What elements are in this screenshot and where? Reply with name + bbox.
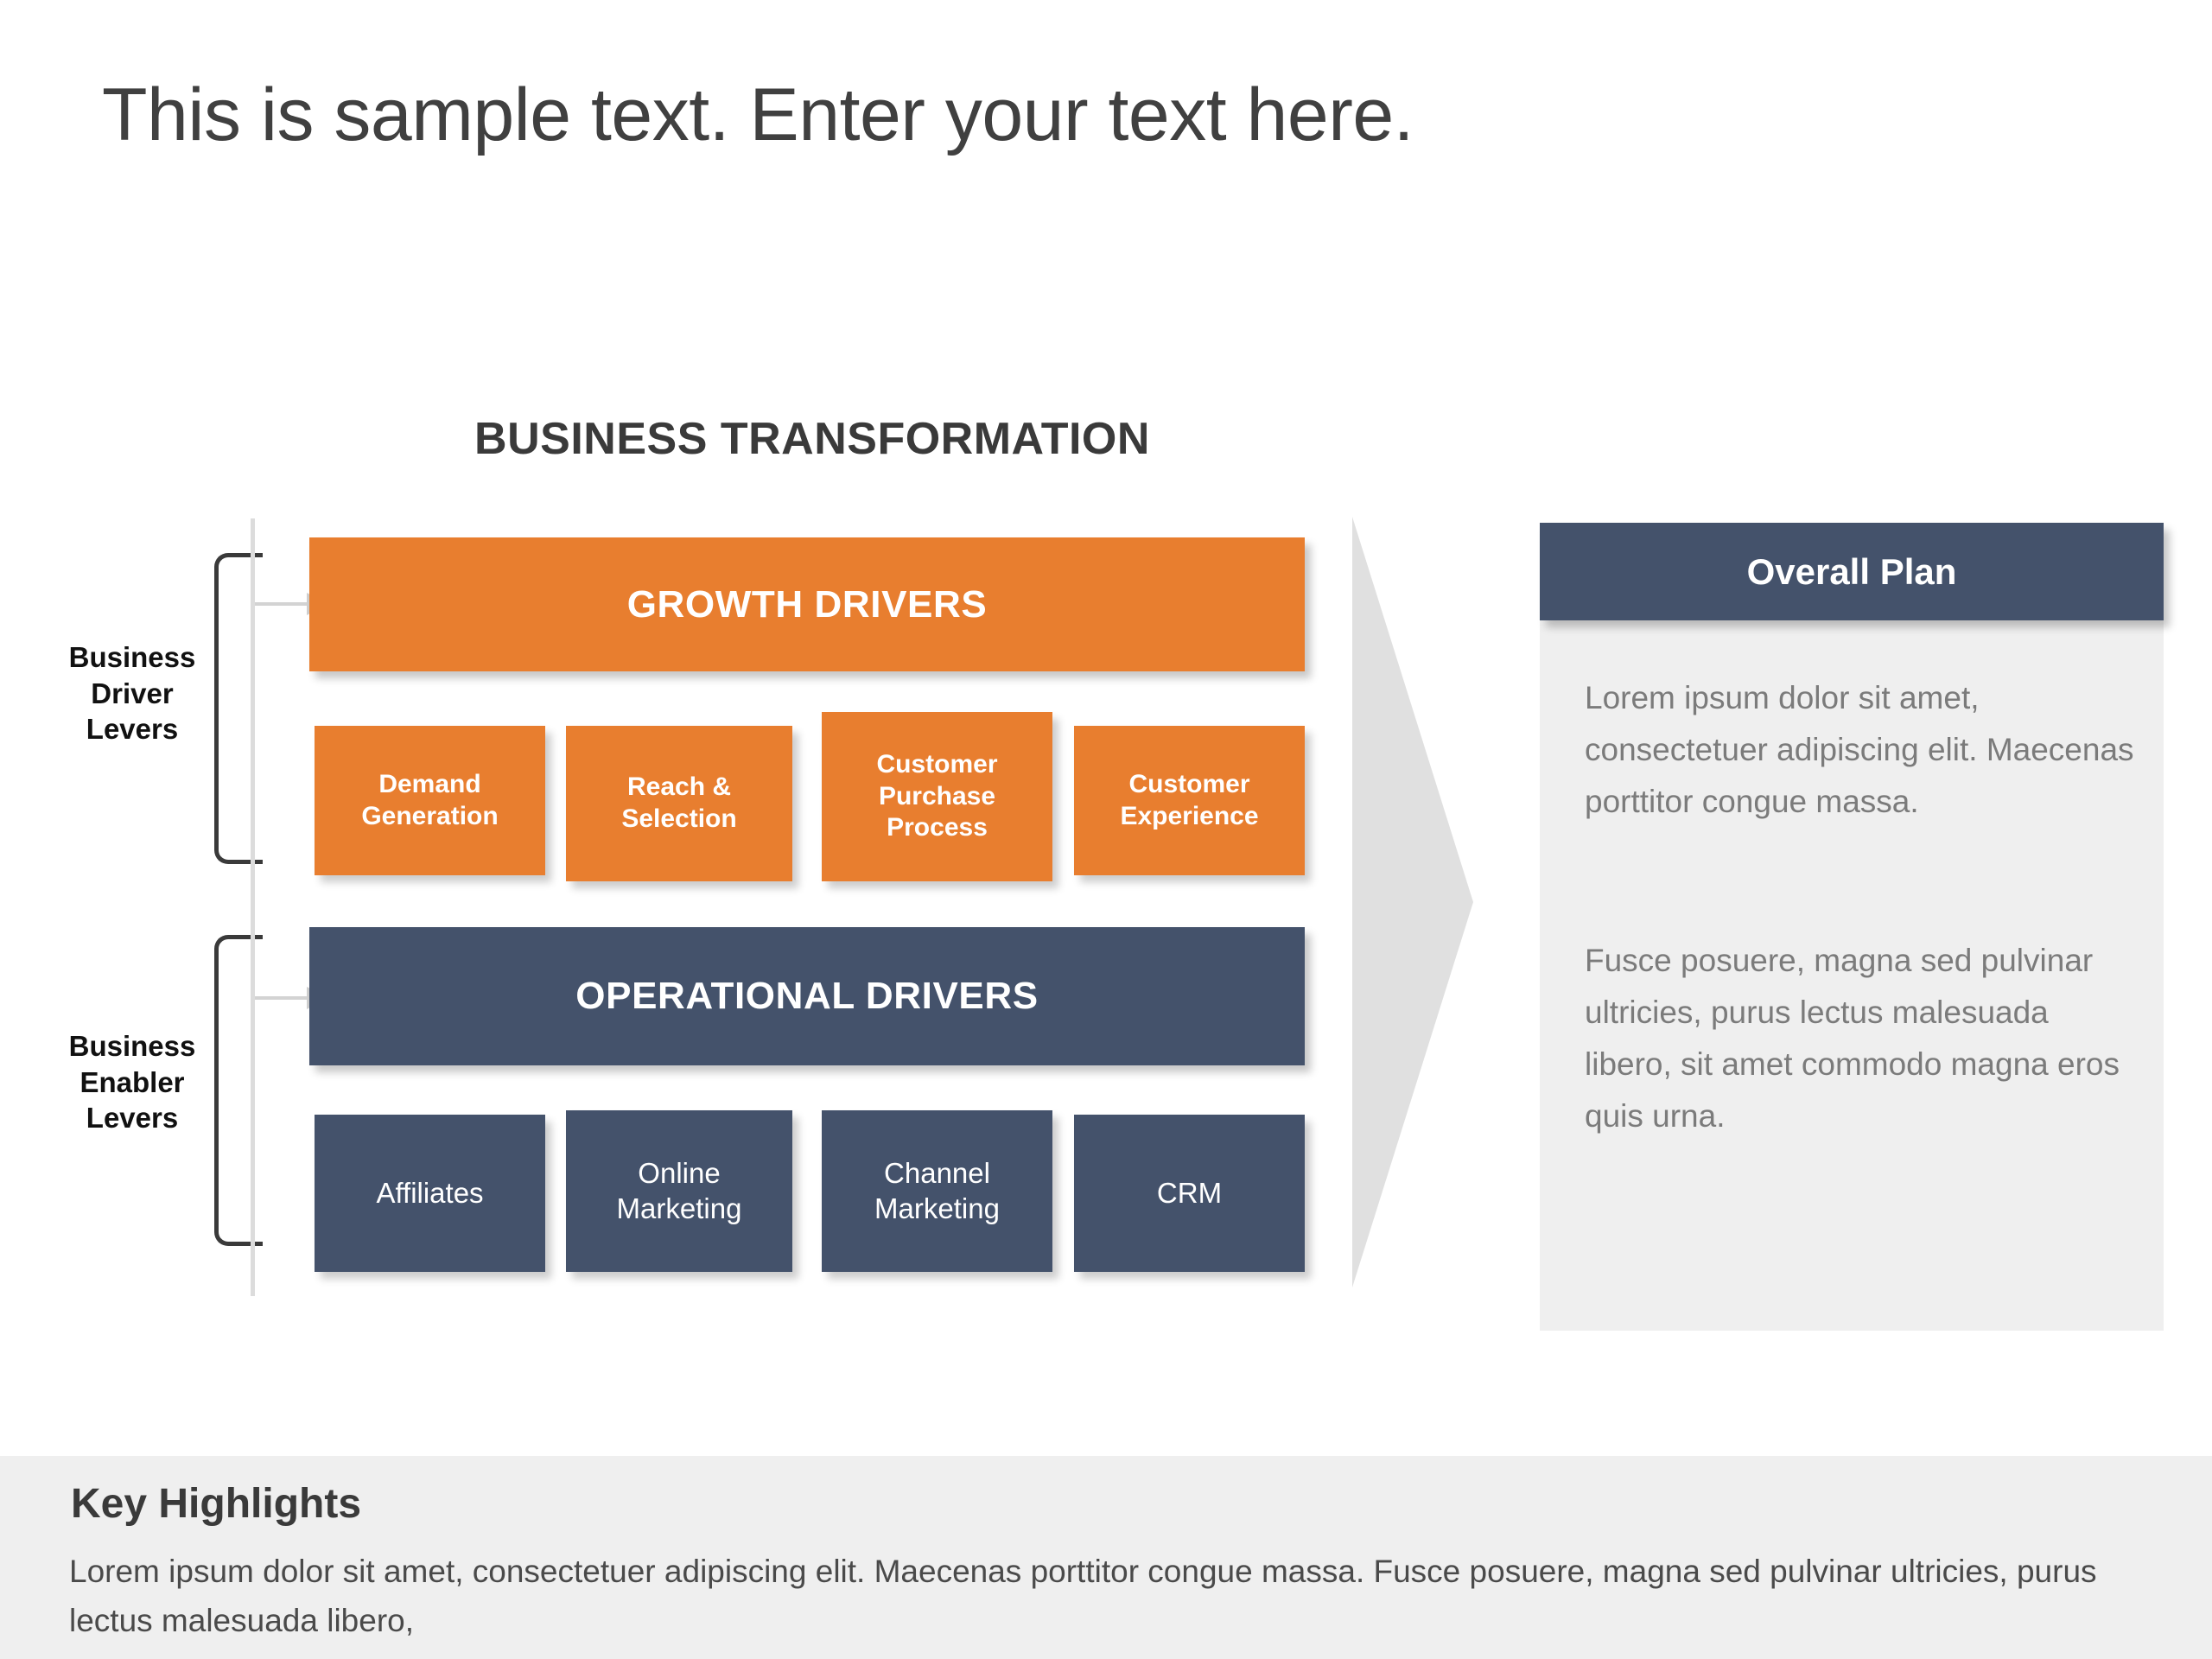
box-label: Customer Purchase Process — [876, 750, 998, 842]
box-customer-purchase-process[interactable]: Customer Purchase Process — [822, 712, 1052, 881]
overall-plan-paragraph-2: Fusce posuere, magna sed pulvinar ultric… — [1585, 943, 2120, 1134]
slide-title: This is sample text. Enter your text her… — [102, 73, 1414, 156]
vertical-rail-line — [251, 518, 255, 1296]
box-label: Affiliates — [376, 1176, 484, 1209]
banner-growth-drivers-label: GROWTH DRIVERS — [626, 582, 988, 626]
lever-label-line-2: Enabler — [79, 1065, 185, 1098]
box-crm[interactable]: CRM — [1074, 1115, 1305, 1272]
box-online-marketing[interactable]: Online Marketing — [566, 1110, 792, 1272]
banner-growth-drivers[interactable]: GROWTH DRIVERS — [309, 537, 1305, 671]
box-customer-experience[interactable]: Customer Experience — [1074, 726, 1305, 875]
box-demand-generation[interactable]: Demand Generation — [315, 726, 545, 875]
box-label: CRM — [1156, 1176, 1223, 1209]
key-highlights-text: Lorem ipsum dolor sit amet, consectetuer… — [69, 1554, 2097, 1639]
box-label: Customer Experience — [1120, 769, 1259, 830]
box-affiliates[interactable]: Affiliates — [315, 1115, 545, 1272]
overall-plan-title: Overall Plan — [1746, 550, 1957, 592]
diagram-title: BUSINESS TRANSFORMATION — [474, 414, 1150, 464]
overall-plan-panel — [1540, 529, 2164, 1331]
lever-label-business-driver: Business Driver Levers — [41, 639, 223, 747]
box-label: Online Marketing — [616, 1157, 742, 1224]
arrow-icon-to-growth-drivers — [255, 593, 327, 615]
lever-label-line-3: Levers — [86, 1102, 179, 1135]
banner-operational-drivers-label: OPERATIONAL DRIVERS — [575, 975, 1039, 1017]
box-channel-marketing[interactable]: Channel Marketing — [822, 1110, 1052, 1272]
lever-label-line-2: Driver — [91, 677, 174, 709]
slide-canvas: This is sample text. Enter your text her… — [0, 0, 2212, 1659]
overall-plan-header: Overall Plan — [1540, 523, 2164, 620]
box-reach-and-selection[interactable]: Reach & Selection — [566, 726, 792, 881]
banner-operational-drivers[interactable]: OPERATIONAL DRIVERS — [309, 927, 1305, 1065]
lever-label-line-3: Levers — [86, 713, 179, 746]
box-label: Reach & Selection — [621, 772, 737, 833]
bracket-business-driver — [214, 553, 263, 864]
box-label: Demand Generation — [361, 769, 499, 830]
arrow-icon-to-operational-drivers — [255, 987, 327, 1009]
lever-label-line-1: Business — [68, 641, 196, 673]
key-highlights-title: Key Highlights — [71, 1481, 362, 1527]
bracket-business-enabler — [214, 935, 263, 1246]
overall-plan-paragraph-1: Lorem ipsum dolor sit amet, consectetuer… — [1585, 680, 2134, 819]
lever-label-business-enabler: Business Enabler Levers — [41, 1028, 223, 1136]
right-chevron-arrow-icon — [1352, 517, 1473, 1287]
box-label: Channel Marketing — [874, 1157, 1000, 1224]
lever-label-line-1: Business — [68, 1030, 196, 1062]
